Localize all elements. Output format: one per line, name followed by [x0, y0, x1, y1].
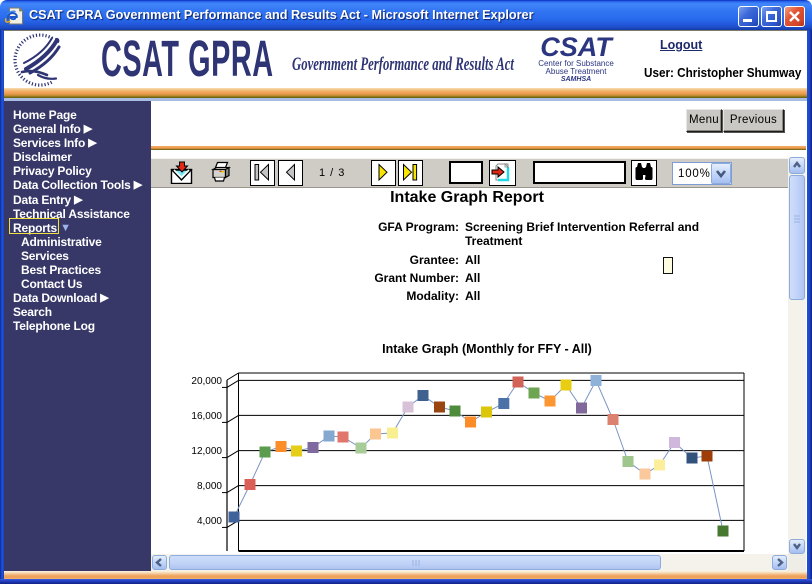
svg-text:12,000: 12,000 — [191, 446, 222, 457]
svg-text:16,000: 16,000 — [191, 411, 222, 422]
svg-text:20,000: 20,000 — [191, 376, 222, 387]
svg-text:8,000: 8,000 — [197, 481, 222, 492]
svg-text:4,000: 4,000 — [197, 516, 222, 527]
